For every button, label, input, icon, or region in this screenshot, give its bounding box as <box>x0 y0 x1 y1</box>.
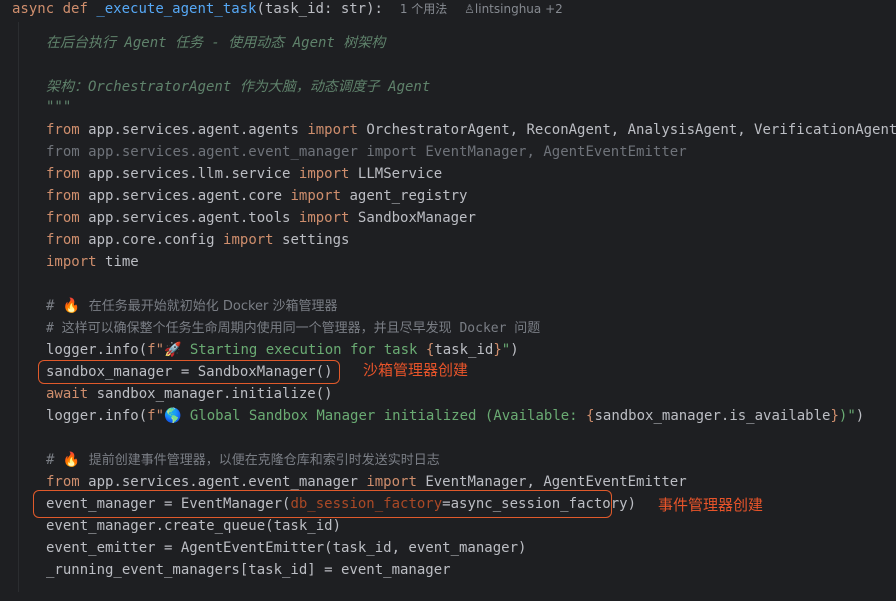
code-line-import: import time <box>46 254 139 270</box>
code-line: event_emitter = AgentEventEmitter(task_i… <box>46 540 527 556</box>
code-line-import: from app.services.agent.agents import Or… <box>46 122 896 138</box>
indent-guide <box>18 22 19 592</box>
code-line-import: from app.services.agent.tools import San… <box>46 210 476 226</box>
code-line: _running_event_managers[task_id] = event… <box>46 562 451 578</box>
function-name[interactable]: _execute_agent_task <box>96 1 256 17</box>
code-line: event_manager.create_queue(task_id) <box>46 518 342 534</box>
fire-icon: 🔥 <box>62 298 81 314</box>
sandbox-highlight-box <box>38 360 340 384</box>
person-icon: ♙ <box>464 2 475 16</box>
rocket-icon: 🚀 <box>164 342 182 358</box>
event-annotation: 事件管理器创建 <box>658 496 764 514</box>
code-editor[interactable]: async def _execute_agent_task(task_id: s… <box>0 0 896 601</box>
code-line-import: from app.services.agent.event_manager im… <box>46 144 687 160</box>
code-line-import: from app.services.llm.service import LLM… <box>46 166 443 182</box>
code-line-import: from app.services.agent.core import agen… <box>46 188 468 204</box>
docstring-line: 架构：OrchestratorAgent 作为大脑，动态调度子 Agent <box>46 79 431 95</box>
function-signature[interactable]: async def _execute_agent_task(task_id: s… <box>12 0 563 20</box>
code-line-log: logger.info(f"🌎 Global Sandbox Manager i… <box>46 408 865 424</box>
code-line-import: from app.core.config import settings <box>46 232 350 248</box>
code-line-log: logger.info(f"🚀 Starting execution for t… <box>46 342 519 358</box>
code-line-await: await sandbox_manager.initialize() <box>46 386 333 402</box>
docstring-line: 在后台执行 Agent 任务 - 使用动态 Agent 树架构 <box>46 35 386 51</box>
comment-line: # 这样可以确保整个任务生命周期内使用同一个管理器，并且尽早发现 Docker … <box>46 321 541 336</box>
globe-icon: 🌎 <box>164 408 182 424</box>
docstring-close: """ <box>46 99 72 115</box>
fire-icon: 🔥 <box>62 452 81 468</box>
event-highlight-box <box>33 490 612 518</box>
sandbox-annotation: 沙箱管理器创建 <box>363 361 469 379</box>
author-hint[interactable]: lintsinghua +2 <box>475 2 563 16</box>
comment-line: # 🔥 提前创建事件管理器，以便在克隆仓库和索引时发送实时日志 <box>46 452 440 468</box>
usage-hint[interactable]: 1 个用法 <box>400 2 447 16</box>
comment-line: # 🔥 在任务最开始就初始化 Docker 沙箱管理器 <box>46 298 338 314</box>
